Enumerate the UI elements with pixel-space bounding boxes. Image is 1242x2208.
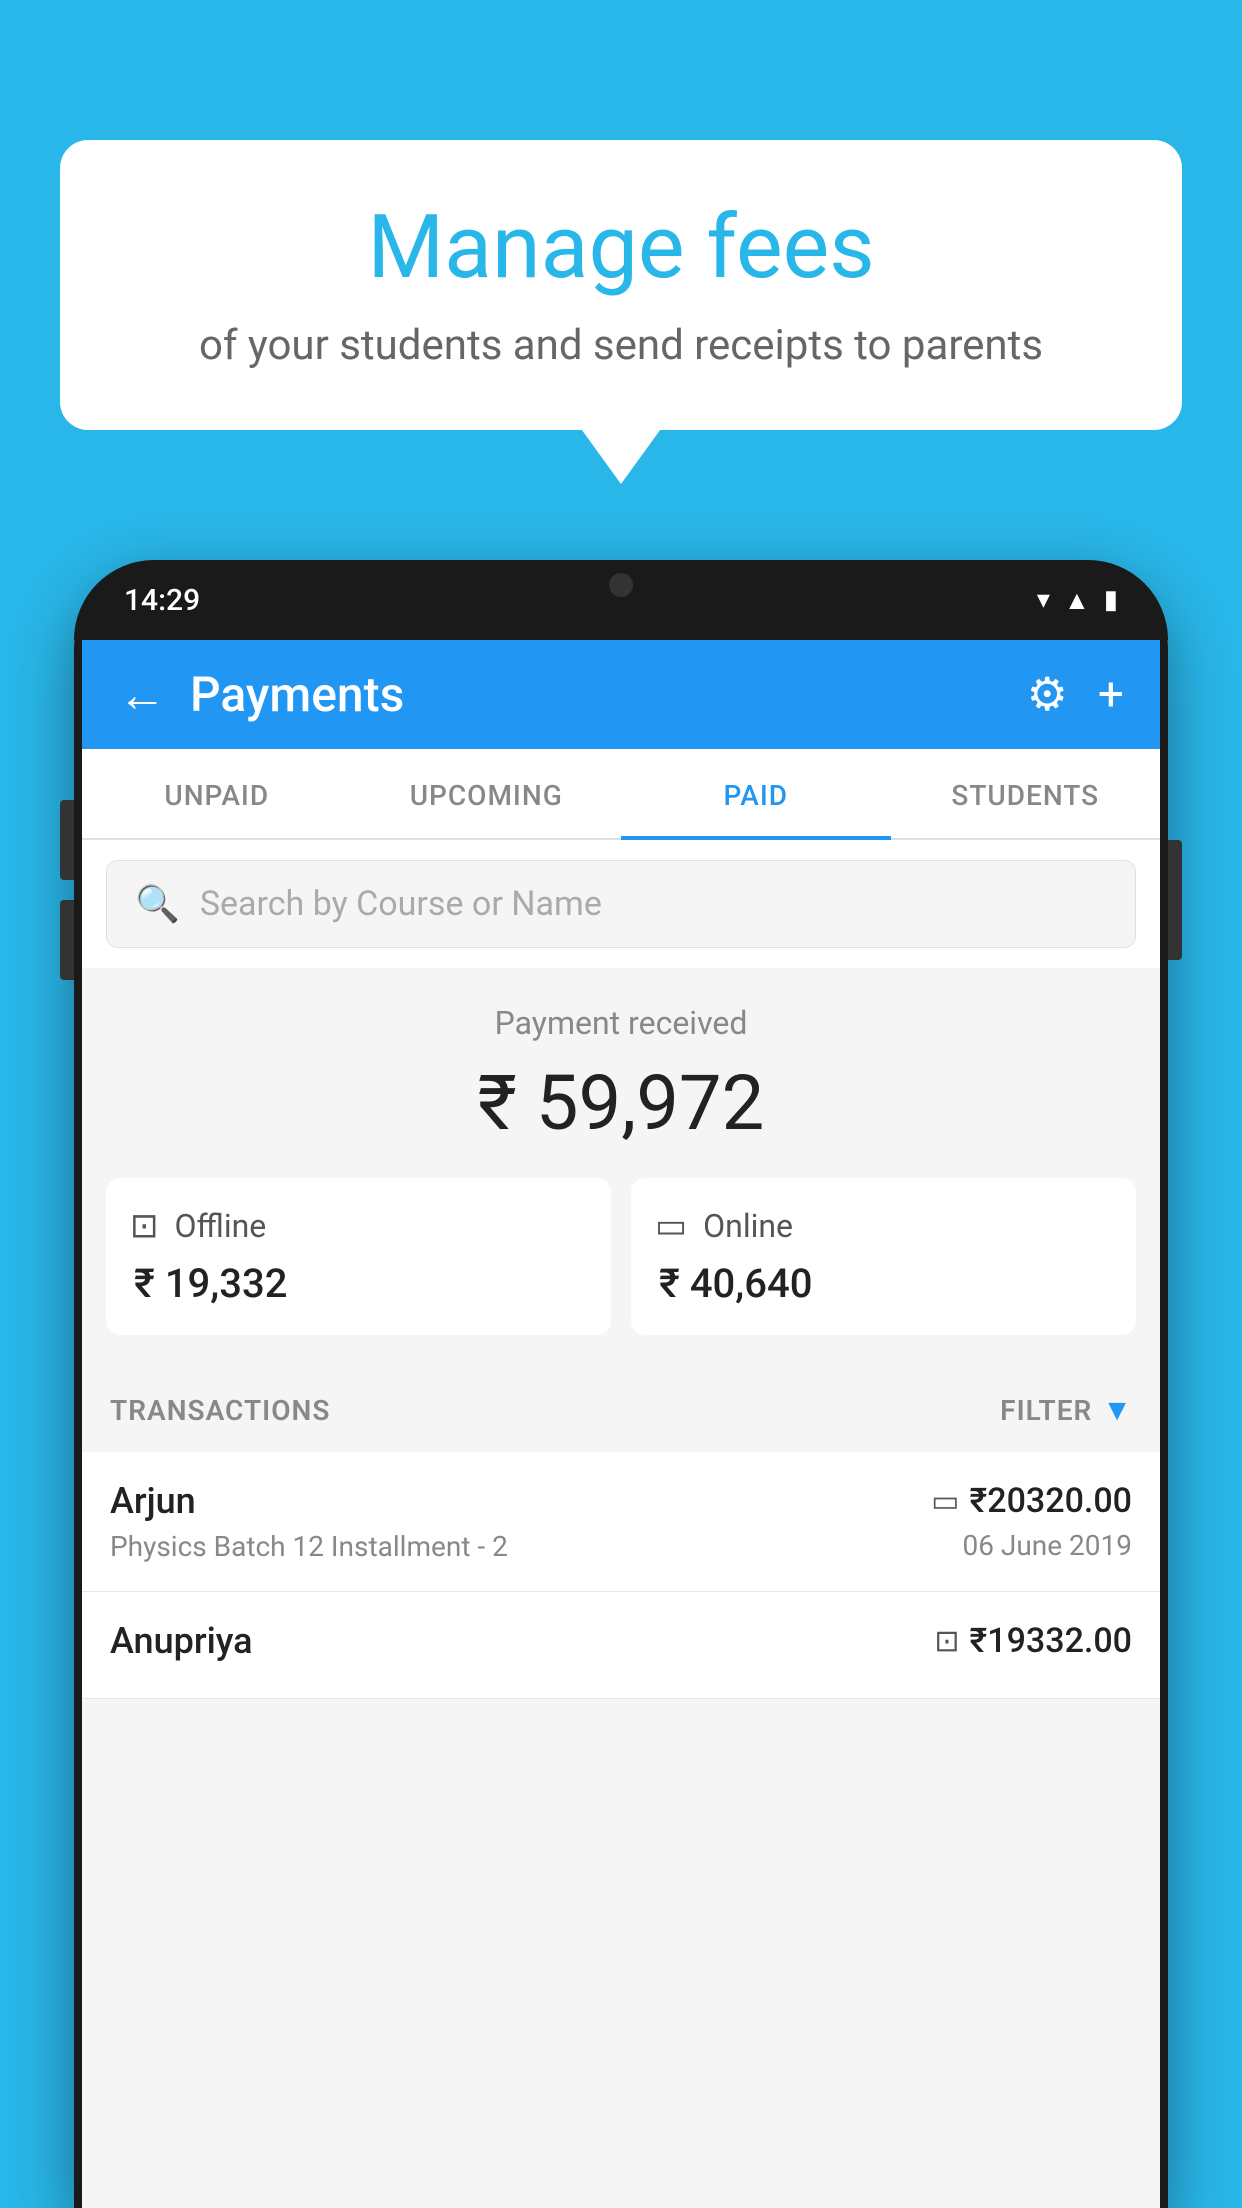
header-right: ⚙ +: [1027, 667, 1124, 722]
transaction-name: Anupriya: [110, 1620, 253, 1662]
offline-card-header: ⊡ Offline: [130, 1206, 587, 1246]
online-label: Online: [703, 1207, 793, 1245]
speech-bubble: Manage fees of your students and send re…: [60, 140, 1182, 430]
offline-amount: ₹ 19,332: [130, 1260, 587, 1307]
phone-screen: ← Payments ⚙ + UNPAID UPCOMING PAID STUD…: [82, 640, 1160, 2208]
table-row[interactable]: Arjun Physics Batch 12 Installment - 2 ▭…: [82, 1452, 1160, 1592]
search-bar[interactable]: 🔍 Search by Course or Name: [106, 860, 1136, 948]
search-bar-container: 🔍 Search by Course or Name: [82, 840, 1160, 968]
table-row[interactable]: Anupriya ⊡ ₹19332.00: [82, 1592, 1160, 1699]
transaction-detail: Physics Batch 12 Installment - 2: [110, 1530, 508, 1563]
app-header: ← Payments ⚙ +: [82, 640, 1160, 749]
add-icon[interactable]: +: [1098, 668, 1124, 722]
offline-payment-icon: ⊡: [934, 1624, 959, 1659]
transaction-amount: ₹19332.00: [970, 1621, 1132, 1661]
online-amount: ₹ 40,640: [655, 1260, 1112, 1307]
phone-frame: 14:29 ▾ ▲ ▮ ← Payments ⚙ + UNPAID: [74, 560, 1168, 2208]
search-icon: 🔍: [135, 883, 180, 925]
online-card-header: ▭ Online: [655, 1206, 1112, 1246]
transaction-amount-row: ⊡ ₹19332.00: [934, 1621, 1132, 1661]
online-payment-card: ▭ Online ₹ 40,640: [631, 1178, 1136, 1335]
camera-dot: [609, 573, 633, 597]
transaction-amount-row: ▭ ₹20320.00: [931, 1481, 1132, 1521]
phone-notch: [541, 560, 701, 610]
transaction-name: Arjun: [110, 1480, 508, 1522]
payment-total-amount: ₹ 59,972: [106, 1058, 1136, 1148]
phone-top-bar: 14:29 ▾ ▲ ▮: [74, 560, 1168, 640]
offline-payment-card: ⊡ Offline ₹ 19,332: [106, 1178, 611, 1335]
back-button[interactable]: ←: [118, 671, 166, 719]
wifi-icon: ▾: [1037, 585, 1050, 615]
payment-received-label: Payment received: [106, 1004, 1136, 1042]
header-title: Payments: [190, 666, 404, 723]
filter-label: FILTER: [1000, 1394, 1092, 1427]
transactions-header: TRANSACTIONS FILTER ▼: [82, 1365, 1160, 1452]
payment-summary: Payment received ₹ 59,972 ⊡ Offline ₹ 19…: [82, 968, 1160, 1365]
transaction-right: ▭ ₹20320.00 06 June 2019: [931, 1481, 1132, 1562]
transaction-left: Arjun Physics Batch 12 Installment - 2: [110, 1480, 508, 1563]
tabs-container: UNPAID UPCOMING PAID STUDENTS: [82, 749, 1160, 840]
search-input[interactable]: Search by Course or Name: [200, 884, 602, 924]
signal-icon: ▲: [1064, 585, 1090, 616]
settings-icon[interactable]: ⚙: [1027, 667, 1068, 722]
status-icons: ▾ ▲ ▮: [1037, 585, 1118, 616]
online-icon: ▭: [655, 1206, 687, 1246]
payment-cards: ⊡ Offline ₹ 19,332 ▭ Online ₹ 40,640: [106, 1178, 1136, 1335]
header-left: ← Payments: [118, 666, 404, 723]
offline-label: Offline: [175, 1207, 267, 1245]
offline-icon: ⊡: [130, 1206, 159, 1246]
transaction-date: 06 June 2019: [931, 1529, 1132, 1562]
power-button[interactable]: [1168, 840, 1182, 960]
transaction-amount: ₹20320.00: [970, 1481, 1132, 1521]
volume-down-button[interactable]: [60, 900, 74, 980]
speech-bubble-title: Manage fees: [110, 200, 1132, 297]
tab-students[interactable]: STUDENTS: [891, 749, 1161, 838]
filter-icon: ▼: [1102, 1393, 1132, 1428]
speech-bubble-subtitle: of your students and send receipts to pa…: [110, 321, 1132, 370]
tab-unpaid[interactable]: UNPAID: [82, 749, 352, 838]
transactions-label: TRANSACTIONS: [110, 1394, 330, 1427]
filter-container[interactable]: FILTER ▼: [1000, 1393, 1132, 1428]
speech-bubble-container: Manage fees of your students and send re…: [60, 140, 1182, 430]
online-payment-icon: ▭: [931, 1484, 959, 1519]
status-time: 14:29: [124, 583, 200, 618]
transactions-list: Arjun Physics Batch 12 Installment - 2 ▭…: [82, 1452, 1160, 1699]
transaction-right: ⊡ ₹19332.00: [934, 1621, 1132, 1669]
transaction-left: Anupriya: [110, 1620, 253, 1670]
tab-upcoming[interactable]: UPCOMING: [352, 749, 622, 838]
tab-paid[interactable]: PAID: [621, 749, 891, 838]
battery-icon: ▮: [1104, 585, 1118, 615]
volume-up-button[interactable]: [60, 800, 74, 880]
